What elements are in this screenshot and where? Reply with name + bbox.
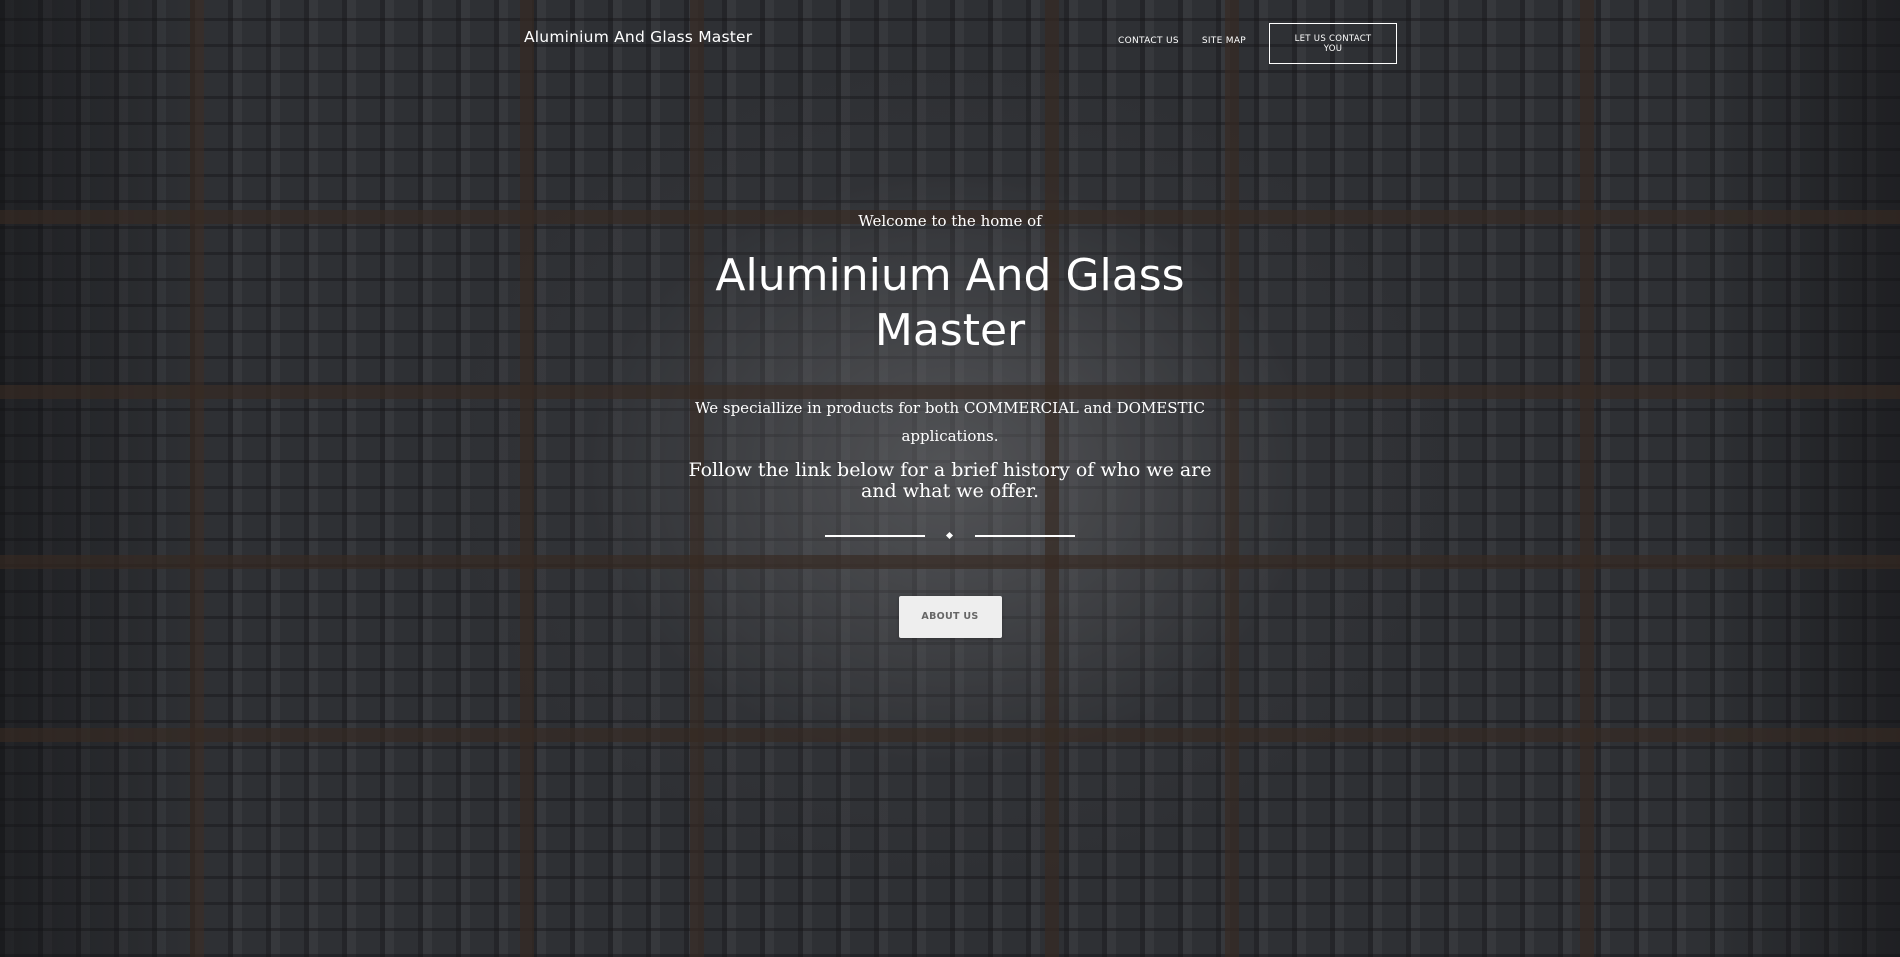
hero-title: Aluminium And Glass Master (715, 250, 1185, 356)
divider-line (825, 535, 925, 537)
hero-description: We speciallize in products for both COMM… (695, 399, 1205, 445)
hero-description-large: Follow the link below for a brief histor… (688, 459, 1212, 502)
diamond-icon (945, 531, 954, 540)
nav-site-map-link[interactable]: SITE MAP (1202, 36, 1246, 46)
site-brand-link[interactable]: Aluminium And Glass Master (524, 28, 752, 46)
nav-contact-us-link[interactable]: CONTACT US (1118, 36, 1179, 46)
hero-kicker: Welcome to the home of (858, 212, 1042, 230)
main-nav: CONTACT US SITE MAP LET US CONTACT YOU (1118, 23, 1398, 64)
let-us-contact-you-button[interactable]: LET US CONTACT YOU (1269, 23, 1398, 64)
site-header: Aluminium And Glass Master CONTACT US SI… (0, 0, 1900, 80)
hero-content: Welcome to the home of Aluminium And Gla… (650, 212, 1250, 638)
about-us-button[interactable]: ABOUT US (898, 596, 1002, 638)
hero-divider (825, 530, 1075, 542)
divider-line (975, 535, 1075, 537)
